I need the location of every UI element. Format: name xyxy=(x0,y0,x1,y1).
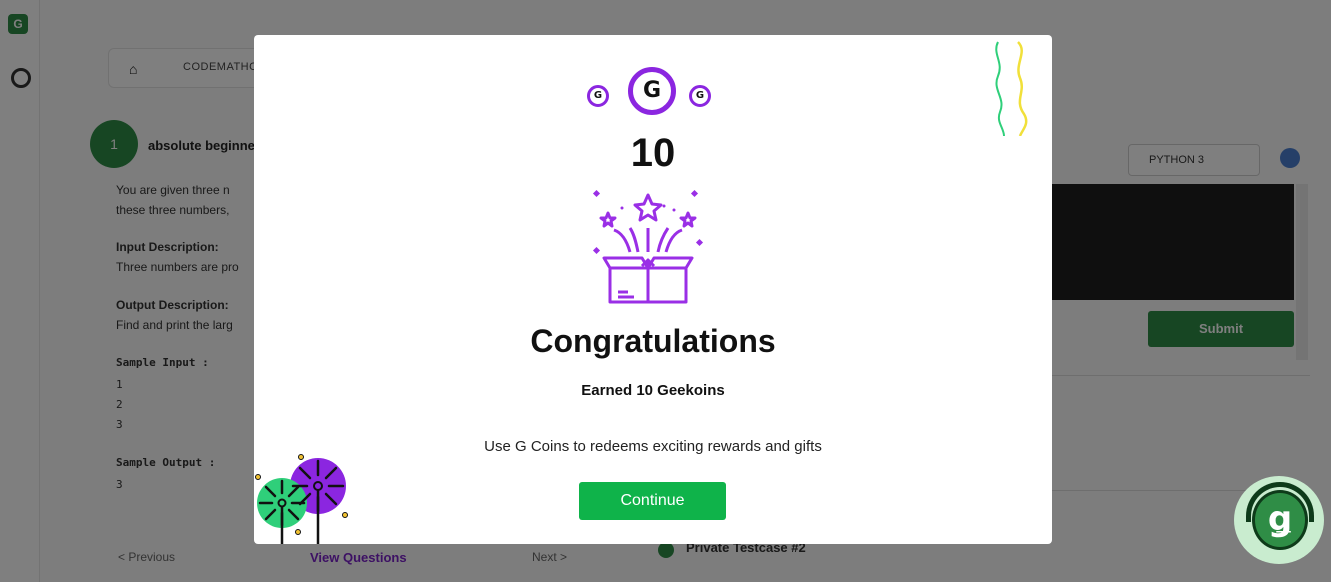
streamers-decoration xyxy=(995,41,1028,136)
geekoin-icon: G xyxy=(587,85,609,107)
continue-button[interactable]: Continue xyxy=(579,482,726,520)
reward-modal: G G G 10 Congratulations Earned 10 Geeko… xyxy=(254,35,1052,544)
fireworks-decoration xyxy=(255,454,348,544)
support-glyph: ǥ xyxy=(1267,499,1293,539)
support-avatar: ǥ xyxy=(1252,490,1308,550)
modal-title: Congratulations xyxy=(530,323,776,359)
earned-text: Earned 10 Geekoins xyxy=(581,382,725,399)
geekoin-icon: G xyxy=(628,67,676,115)
geekoin-icon: G xyxy=(689,85,711,107)
info-text: Use G Coins to redeems exciting rewards … xyxy=(484,438,822,455)
reward-amount: 10 xyxy=(630,131,676,175)
support-widget[interactable]: ǥ xyxy=(1234,476,1324,564)
gift-box-icon xyxy=(592,189,704,304)
